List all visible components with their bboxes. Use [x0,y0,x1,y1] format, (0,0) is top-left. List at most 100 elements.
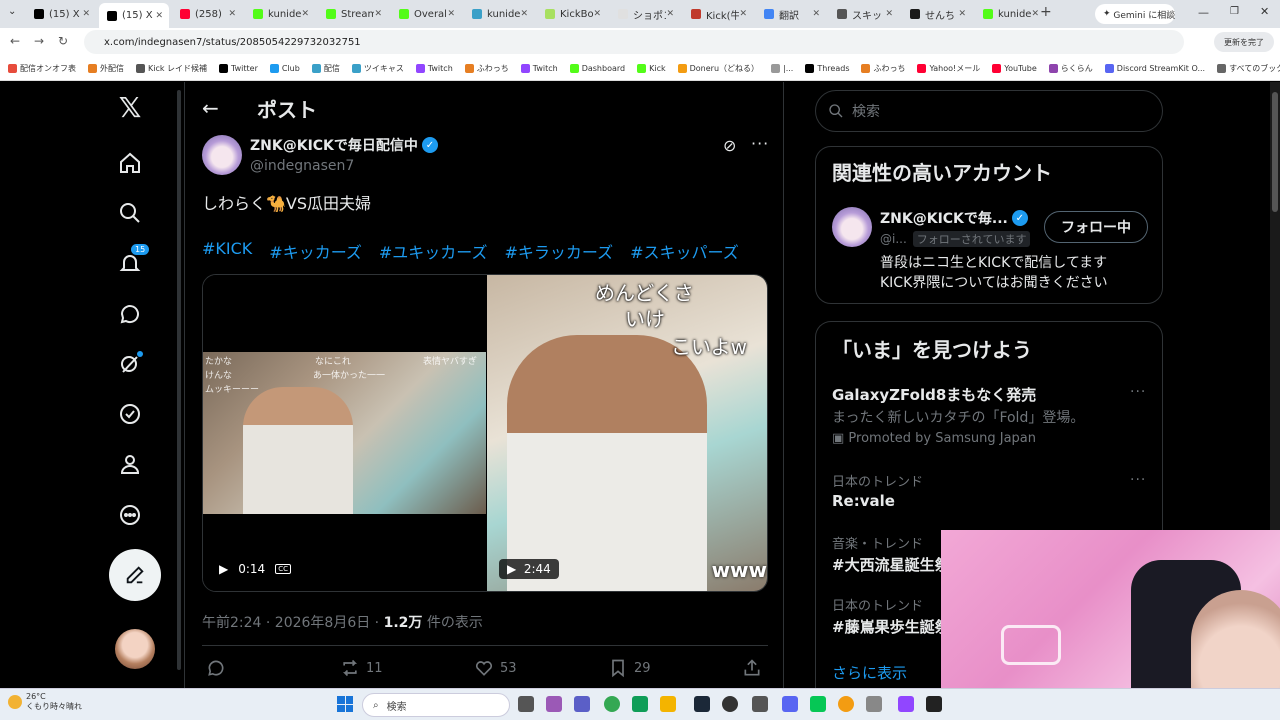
bookmark-item[interactable]: Yahoo!メール [917,63,980,74]
tab-close-icon[interactable]: ✕ [812,9,820,19]
minimize-button[interactable]: — [1198,6,1209,19]
trend-item[interactable]: 日本のトレンド Re:vale [832,471,923,510]
browser-tab[interactable]: せんち ✕ [902,3,972,25]
browser-tab[interactable]: kunide ✕ [975,3,1045,25]
weather-widget[interactable]: 26°C くもり時々晴れ [8,692,82,712]
app-icon[interactable] [752,696,768,712]
start-button-icon[interactable] [337,696,353,712]
new-tab-button[interactable]: + [1040,4,1052,20]
hashtag-link[interactable]: #KICK [202,239,252,263]
bookmark-item[interactable]: Kick [637,63,666,73]
task-view-icon[interactable] [518,696,534,712]
browser-tab[interactable]: kunide ✕ [245,3,315,25]
hashtag-link[interactable]: #スキッパーズ [630,239,739,263]
taskbar-search[interactable]: ⌕ 検索 [362,693,510,717]
tab-close-icon[interactable]: ✕ [520,9,528,19]
notifications-icon[interactable]: 15 [117,244,150,276]
close-window-button[interactable]: ✕ [1260,5,1269,18]
hashtag-link[interactable]: #ユキッカーズ [379,239,488,263]
author-handle[interactable]: @indegnasen7 [250,158,354,174]
more-options-icon[interactable]: ··· [751,134,769,153]
trend-item[interactable]: GalaxyZFold8まもなく発売 まったく新しいカタチの「Fold」登場。 … [832,384,1084,446]
profile-icon[interactable] [117,451,143,477]
tab-close-icon[interactable]: ✕ [82,9,90,19]
compose-post-button[interactable] [109,549,161,601]
browser-tab[interactable]: (15) X ✕ [99,3,169,28]
scrollbar-thumb[interactable] [1272,92,1278,212]
bookmark-item[interactable]: ふわっち [861,63,905,74]
edge-icon[interactable] [632,696,648,712]
tab-close-icon[interactable]: ✕ [374,9,382,19]
browser-tab[interactable]: Overal ✕ [391,3,461,25]
show-more-link[interactable]: さらに表示 [832,662,907,683]
video-2[interactable]: めんどくさ いけ こいよw ▶ 2:44 www [487,275,767,591]
bookmark-button[interactable]: 29 [608,658,651,678]
trend-more-icon[interactable]: ··· [1130,384,1146,400]
bookmark-item[interactable]: |... [771,63,793,73]
grok-icon[interactable] [117,351,143,377]
reply-button[interactable] [206,658,232,678]
bookmark-item[interactable]: Twitter [219,63,258,73]
line-icon[interactable] [810,696,826,712]
browser-tab[interactable]: ショポン✕ [610,3,680,25]
browser-tab[interactable]: (258) ✕ [172,3,242,25]
explore-icon[interactable] [117,200,143,226]
browser-tab[interactable]: KickBo ✕ [537,3,607,25]
app-icon[interactable] [866,696,882,712]
messages-icon[interactable] [117,301,143,327]
twitch-icon[interactable] [898,696,914,712]
tab-close-icon[interactable]: ✕ [447,9,455,19]
bookmark-item[interactable]: すべてのブックマーク [1217,63,1280,74]
back-arrow-icon[interactable]: ← [202,96,219,120]
tab-close-icon[interactable]: ✕ [739,9,747,19]
bookmark-item[interactable]: Discord StreamKit O... [1104,63,1205,73]
obs-icon[interactable] [722,696,738,712]
retweet-button[interactable]: 11 [340,658,383,678]
tab-close-icon[interactable]: ✕ [228,9,236,19]
author-name[interactable]: ZNK@KICKで毎日配信中 ✓ [250,135,438,155]
play-icon[interactable]: ▶ [219,562,228,576]
chrome-icon[interactable] [604,696,620,712]
teams-icon[interactable] [574,696,590,712]
file-explorer-icon[interactable] [660,696,676,712]
like-button[interactable]: 53 [474,658,517,678]
tab-search-icon[interactable]: ⌄ [8,6,16,17]
bookmark-item[interactable]: 配信オンオフ表 [8,63,76,74]
maximize-button[interactable]: ❐ [1230,6,1239,17]
bookmark-item[interactable]: Doneru（どねる） [677,63,759,74]
tab-close-icon[interactable]: ✕ [885,9,893,19]
captions-icon[interactable]: CC [275,564,291,574]
author-avatar[interactable] [202,135,242,175]
trend-item[interactable]: 音楽・トレンド #大西流星誕生祭 [832,533,950,575]
browser-tab[interactable]: kunide ✕ [464,3,534,25]
tab-close-icon[interactable]: ✕ [958,9,966,19]
more-menu-icon[interactable] [117,502,143,528]
update-button[interactable]: 更新を完了 [1214,32,1274,52]
bookmark-item[interactable]: 外配信 [88,63,124,74]
video-2-controls[interactable]: ▶ 2:44 [499,559,559,579]
gemini-button[interactable]: ✦ Gemini に相談 [1095,4,1175,24]
tab-close-icon[interactable]: ✕ [1031,9,1039,19]
steam-icon[interactable] [694,696,710,712]
search-input[interactable]: 検索 [815,90,1163,132]
browser-tab[interactable]: Kick(牛 ✕ [683,3,753,25]
following-button[interactable]: フォロー中 [1044,211,1148,243]
app-icon[interactable] [838,696,854,712]
share-button[interactable] [742,658,762,678]
bookmark-item[interactable]: Twitch [415,63,453,73]
browser-tab[interactable]: (15) X ✕ [26,3,96,25]
related-avatar[interactable] [832,207,872,247]
grok-explain-icon[interactable]: ⊘ [723,136,736,155]
back-icon[interactable]: ← [10,34,20,48]
tab-close-icon[interactable]: ✕ [301,9,309,19]
bookmark-item[interactable]: 配信 [311,63,340,74]
bookmark-item[interactable]: ふわっち [464,63,509,74]
bookmark-item[interactable]: らくらん [1048,63,1093,74]
hashtag-link[interactable]: #キッカーズ [269,239,362,263]
hashtag-link[interactable]: #キラッカーズ [505,239,614,263]
bookmark-item[interactable]: Club [269,63,300,73]
video-1[interactable]: たかな なにこれ 表情ヤバすぎ けんな あ一体かった一一 ムッキーーー ▶ 0:… [203,275,486,591]
discord-icon[interactable] [782,696,798,712]
bookmark-item[interactable]: ツイキャス [351,63,404,74]
verified-icon[interactable] [117,401,143,427]
